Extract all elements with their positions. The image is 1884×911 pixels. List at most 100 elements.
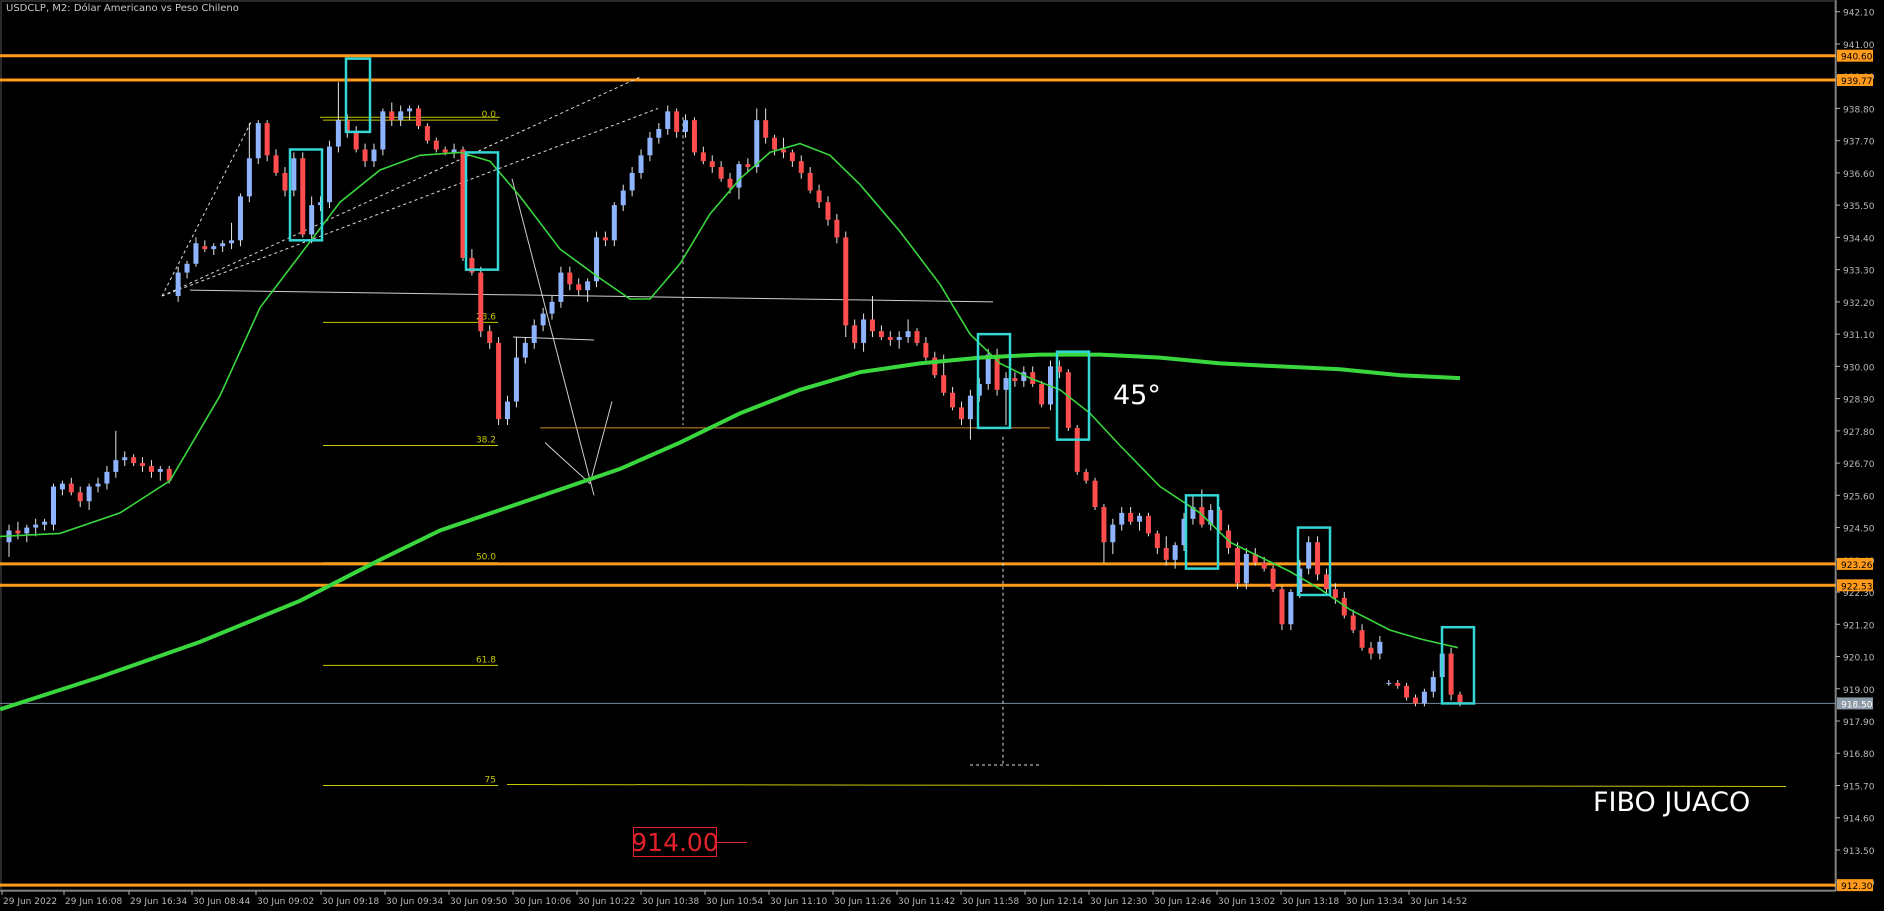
- price-label-15: 925.60: [1843, 492, 1875, 502]
- candle-body-100: [896, 337, 902, 340]
- fib-label-4: 61.8: [476, 655, 496, 665]
- candle-body-30: [273, 155, 279, 173]
- candle-body-82: [736, 164, 742, 188]
- candle-body-11: [104, 471, 110, 484]
- price-label-22: 917.90: [1843, 718, 1875, 728]
- time-label-17: 30 Jun 12:30: [1090, 897, 1147, 907]
- candle-body-160: [1430, 677, 1436, 692]
- candle-body-147: [1315, 542, 1321, 575]
- candle-body-68: [611, 205, 617, 241]
- candle-body-57: [513, 357, 519, 402]
- candle-body-125: [1119, 512, 1125, 525]
- price-label-23: 916.80: [1843, 750, 1875, 760]
- candle-body-120: [1074, 427, 1080, 472]
- candle-body-37: [335, 120, 341, 147]
- candle-body-22: [202, 246, 208, 250]
- candle-body-46: [415, 108, 421, 127]
- candle-body-43: [389, 111, 395, 121]
- price-label-19: 921.20: [1843, 621, 1875, 631]
- candle-body-24: [220, 243, 226, 247]
- chart-background: [0, 0, 1884, 911]
- candle-body-25: [229, 240, 235, 244]
- candle-body-21: [193, 243, 199, 264]
- candle-body-129: [1154, 533, 1160, 549]
- candle-body-32: [291, 158, 297, 191]
- candle-body-91: [816, 190, 822, 203]
- time-label-1: 29 Jun 16:08: [65, 897, 122, 907]
- candle-body-71: [638, 155, 644, 173]
- time-label-22: 30 Jun 14:52: [1410, 897, 1467, 907]
- price-marker-text-4: 918.50: [1841, 700, 1873, 710]
- candle-body-5: [51, 486, 57, 525]
- candle-body-20: [184, 263, 190, 273]
- candle-body-31: [282, 172, 288, 191]
- candle-body-143: [1279, 589, 1285, 625]
- candle-body-157: [1404, 685, 1410, 698]
- time-label-7: 30 Jun 09:50: [450, 897, 507, 907]
- candle-body-72: [647, 137, 653, 156]
- candle-body-151: [1350, 615, 1356, 631]
- candle-body-19: [175, 272, 181, 297]
- candle-body-102: [914, 331, 920, 343]
- candle-body-53: [478, 272, 484, 332]
- candle-body-42: [380, 111, 386, 150]
- candle-body-40: [362, 149, 368, 162]
- candle-body-77: [691, 120, 697, 153]
- time-label-20: 30 Jun 13:18: [1282, 897, 1339, 907]
- candle-body-63: [567, 272, 573, 285]
- candle-body-80: [718, 167, 724, 179]
- candle-body-1: [15, 530, 21, 534]
- candle-body-56: [505, 401, 511, 420]
- candle-body-39: [353, 131, 359, 150]
- price-label-0: 942.10: [1843, 9, 1875, 19]
- candle-body-55: [496, 342, 502, 420]
- price-label-12: 928.90: [1843, 396, 1875, 406]
- candle-body-98: [878, 331, 884, 338]
- price-label-21: 919.00: [1843, 686, 1875, 696]
- candle-body-8: [77, 492, 83, 502]
- time-label-5: 30 Jun 09:18: [322, 897, 379, 907]
- candle-body-95: [852, 325, 858, 343]
- candle-body-70: [629, 172, 635, 191]
- candle-body-76: [683, 120, 689, 132]
- price-label-8: 933.30: [1843, 267, 1875, 277]
- candle-body-116: [1039, 383, 1045, 405]
- candle-body-14: [131, 457, 137, 464]
- time-label-14: 30 Jun 11:42: [898, 897, 955, 907]
- price-label-25: 914.60: [1843, 815, 1875, 825]
- price-label-1: 941.00: [1843, 41, 1875, 51]
- candle-body-16: [148, 466, 154, 472]
- candle-body-79: [709, 161, 715, 168]
- price-label-6: 935.50: [1843, 202, 1875, 212]
- target-price-line: [717, 842, 747, 843]
- candle-body-121: [1083, 471, 1089, 481]
- candle-body-27: [246, 158, 252, 197]
- candle-body-87: [780, 149, 786, 153]
- candle-body-130: [1163, 548, 1169, 560]
- time-label-3: 30 Jun 08:44: [193, 897, 250, 907]
- candle-body-75: [674, 111, 680, 132]
- candle-body-144: [1288, 592, 1294, 625]
- candle-body-78: [700, 152, 706, 162]
- candle-body-141: [1261, 562, 1267, 569]
- candle-body-154: [1377, 641, 1383, 654]
- candle-body-51: [460, 149, 466, 258]
- candle-body-12: [113, 460, 119, 472]
- time-label-15: 30 Jun 11:58: [962, 897, 1019, 907]
- candle-body-162: [1448, 653, 1454, 695]
- candle-body-152: [1359, 630, 1365, 648]
- candle-body-113: [1012, 378, 1018, 382]
- candle-body-108: [967, 395, 973, 420]
- price-label-13: 927.80: [1843, 428, 1875, 438]
- fibo-label: FIBO JUACO: [1593, 787, 1751, 818]
- candle-body-99: [887, 337, 893, 340]
- candle-body-74: [665, 111, 671, 129]
- candle-body-156: [1395, 682, 1401, 686]
- price-chart[interactable]: 0.023.638.250.061.875 942.10941.00939.90…: [0, 0, 1884, 911]
- candle-body-155: [1386, 682, 1392, 684]
- fib-label-2: 38.2: [476, 436, 496, 446]
- time-label-21: 30 Jun 13:34: [1346, 897, 1403, 907]
- candle-body-61: [549, 301, 555, 314]
- time-label-0: 29 Jun 2022: [3, 897, 57, 907]
- candle-body-13: [122, 457, 128, 461]
